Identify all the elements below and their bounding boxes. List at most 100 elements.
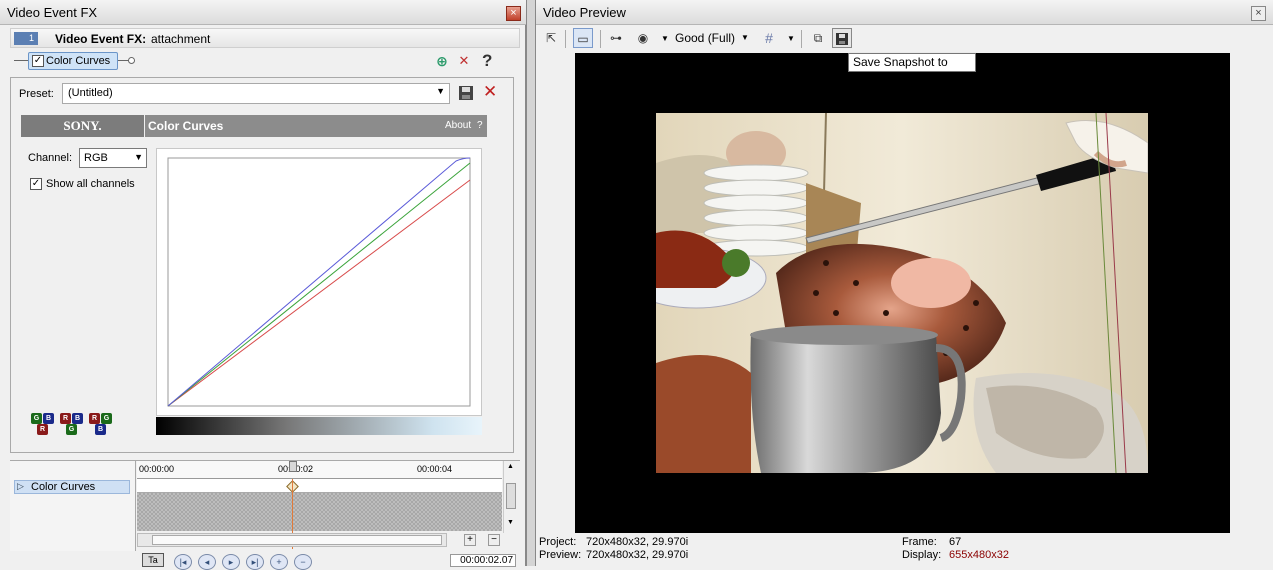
channel-swap-group-2[interactable]: R B G	[60, 413, 86, 437]
copy-snapshot-icon[interactable]: ⧉	[808, 28, 828, 48]
channel-label: Channel:	[28, 152, 73, 164]
next-keyframe-icon[interactable]: ▸	[222, 554, 240, 570]
channel-value: RGB	[84, 152, 108, 164]
scroll-down-icon[interactable]: ▼	[507, 519, 514, 526]
chain-item-color-curves[interactable]: ✓ Color Curves	[28, 52, 118, 70]
external-monitor-icon[interactable]: ▭	[573, 28, 593, 48]
preview-toolbar: ⇱ ▭ ⊶ ◉ ▼ Good (Full) ▼ # ▼ ⧉	[536, 27, 1273, 51]
fx-heading-bold: Video Event FX:	[55, 32, 147, 46]
swatch-g: G	[101, 413, 112, 424]
overlay-dropdown-icon[interactable]: ▼	[661, 34, 669, 43]
remove-fx-icon[interactable]: ✕	[456, 53, 472, 69]
hscroll-thumb[interactable]	[152, 535, 442, 545]
help-icon[interactable]: ?	[482, 51, 492, 71]
channel-select[interactable]: RGB ▼	[79, 148, 147, 168]
swatch-b: B	[95, 424, 106, 435]
fx-window-title: Video Event FX	[7, 5, 98, 20]
preview-window: Video Preview × ⇱ ▭ ⊶ ◉ ▼ Good (Full) ▼ …	[536, 0, 1273, 566]
keyframe-lane[interactable]	[137, 479, 502, 493]
fx-close-icon[interactable]: ×	[506, 6, 521, 21]
swatch-r: R	[37, 424, 48, 435]
show-all-channels-checkbox[interactable]: ✓	[30, 178, 42, 190]
plugin-name: Color Curves	[148, 119, 224, 133]
display-label: Display:	[902, 549, 942, 561]
save-preset-icon[interactable]	[458, 85, 474, 101]
chain-item-label: Color Curves	[46, 55, 111, 67]
project-value: 720x480x32, 29.970i	[586, 536, 689, 548]
about-link[interactable]: About	[445, 120, 471, 131]
curve-graph[interactable]	[156, 148, 482, 416]
overlay-icon[interactable]: ◉	[633, 28, 653, 48]
preview-close-icon[interactable]: ×	[1251, 6, 1266, 21]
plugin-title-bar: Color Curves About ?	[145, 115, 487, 137]
grid-dropdown-icon[interactable]: ▼	[787, 34, 795, 43]
preset-label: Preset:	[19, 88, 54, 100]
add-keyframe-icon[interactable]: +	[270, 554, 288, 570]
toolbar-separator	[801, 30, 802, 48]
sony-logo: SONY.	[21, 115, 144, 137]
swatch-g: G	[66, 424, 77, 435]
plugin-panel: Preset: (Untitled) ▼ ✕ SONY. Color Curve…	[10, 77, 514, 453]
chain-item-enable-checkbox[interactable]: ✓	[32, 55, 44, 67]
fx-heading-name: attachment	[151, 32, 211, 46]
toolbar-separator	[565, 30, 566, 48]
track-item-color-curves[interactable]: ▷ Color Curves	[14, 480, 130, 494]
timeline-ruler[interactable]: 00:00:00 00:00:02 00:00:04	[137, 461, 502, 479]
display-value: 655x480x32	[949, 549, 1009, 561]
expand-icon[interactable]: ▷	[17, 481, 24, 492]
video-frame-image	[656, 113, 1148, 473]
preset-dropdown[interactable]: (Untitled) ▼	[62, 83, 450, 104]
quality-dropdown-icon: ▼	[741, 33, 749, 42]
zoom-out-icon[interactable]: −	[488, 534, 500, 546]
dropdown-icon: ▼	[436, 86, 445, 96]
timeline-vscroll[interactable]: ▲ ▼	[503, 461, 517, 533]
ruler-label-0: 00:00:00	[139, 464, 175, 474]
swatch-r: R	[89, 413, 100, 424]
split-screen-icon[interactable]: ⊶	[606, 28, 626, 48]
scroll-thumb[interactable]	[506, 483, 516, 509]
playhead-marker[interactable]	[289, 461, 297, 472]
about-help-icon[interactable]: ?	[477, 120, 483, 131]
window-divider	[526, 0, 536, 566]
swatch-b: B	[43, 413, 54, 424]
fx-header: 1 Video Event FX: attachment	[10, 28, 520, 48]
chain-end-node	[128, 57, 135, 64]
project-label: Project:	[539, 536, 577, 548]
channel-swap-group-3[interactable]: R G B	[89, 413, 115, 437]
snapshot-tooltip: Save Snapshot to File...	[848, 53, 976, 86]
channel-swap-group-1[interactable]: G B R	[31, 413, 57, 437]
add-fx-icon[interactable]: ⊕	[434, 53, 450, 69]
track-list: ▷ Color Curves	[10, 461, 136, 551]
sync-cursor-button[interactable]: Ta	[142, 553, 164, 567]
preset-value: (Untitled)	[68, 87, 113, 99]
keyframe-area: ▷ Color Curves 00:00:00 00:00:02 00:00:0…	[10, 460, 520, 570]
prev-keyframe-icon[interactable]: ◂	[198, 554, 216, 570]
play-mode-icon[interactable]: ⇱	[541, 28, 561, 48]
delete-preset-icon[interactable]: ✕	[483, 83, 497, 101]
preview-value: 720x480x32, 29.970i	[586, 549, 689, 561]
toolbar-separator	[600, 30, 601, 48]
video-canvas[interactable]	[575, 53, 1230, 533]
track-label: Color Curves	[31, 481, 96, 493]
last-keyframe-icon[interactable]: ▸|	[246, 554, 264, 570]
scroll-up-icon[interactable]: ▲	[507, 463, 514, 470]
keyframe-hatched-area	[137, 493, 502, 531]
preview-status: Project: 720x480x32, 29.970i Preview: 72…	[536, 534, 1273, 566]
current-time-field[interactable]: 00:00:02.07	[450, 554, 516, 567]
zoom-in-icon[interactable]: +	[464, 534, 476, 546]
frame-label: Frame:	[902, 536, 937, 548]
preview-label: Preview:	[539, 549, 582, 561]
snapshot-icon[interactable]	[832, 28, 852, 48]
fx-window: Video Event FX × 1 Video Event FX: attac…	[0, 0, 526, 570]
fx-window-titlebar: Video Event FX	[0, 0, 526, 25]
grid-icon[interactable]: #	[759, 28, 779, 48]
first-keyframe-icon[interactable]: |◂	[174, 554, 192, 570]
fx-chain-row: ✓ Color Curves ⊕ ✕ ?	[10, 50, 520, 72]
event-badge: 1	[14, 32, 38, 45]
delete-keyframe-icon[interactable]: −	[294, 554, 312, 570]
quality-dropdown[interactable]: Good (Full) ▼	[675, 31, 753, 47]
swatch-b: B	[72, 413, 83, 424]
timeline-hscroll[interactable]	[137, 533, 447, 547]
show-all-channels-label: Show all channels	[46, 178, 135, 190]
gradient-strip	[156, 417, 482, 435]
